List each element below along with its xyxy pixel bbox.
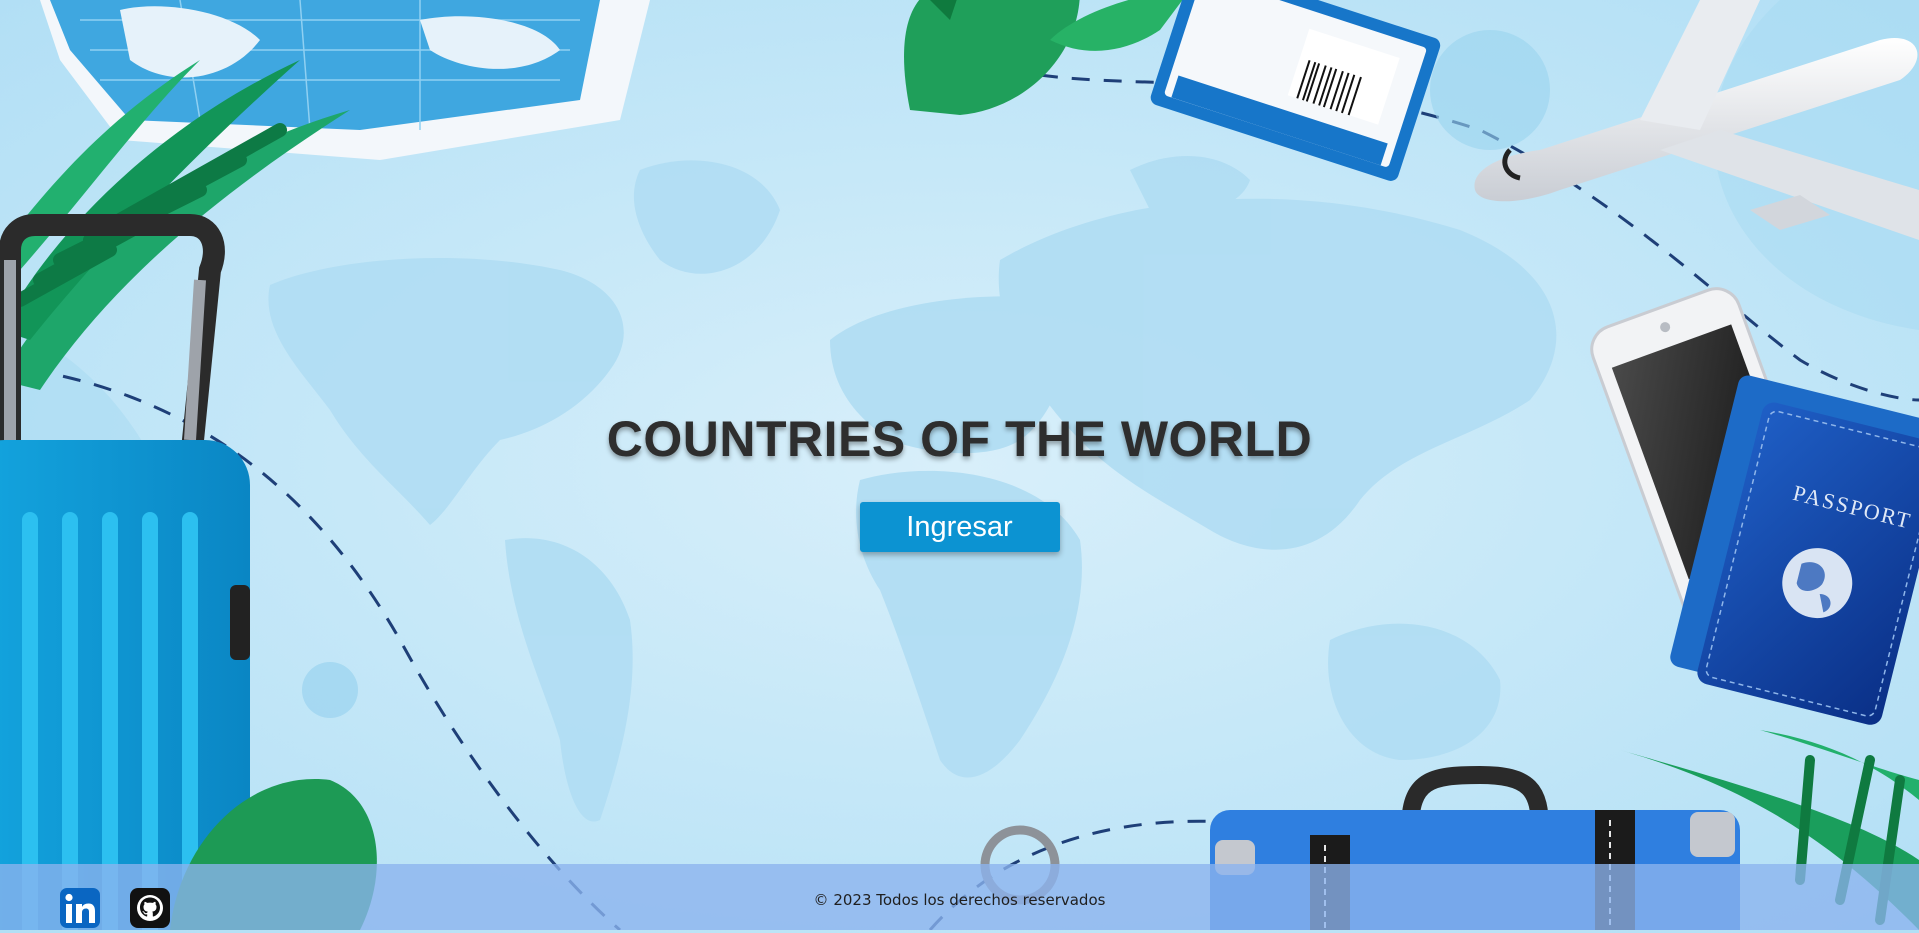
hero-section: COUNTRIES OF THE WORLD Ingresar [0,410,1919,552]
small-map-dot [1430,30,1550,150]
boarding-pass-top [1150,0,1441,181]
page-title: COUNTRIES OF THE WORLD [606,411,1313,467]
green-leaves-top-center [904,0,1183,115]
copyright-text: © 2023 Todos los derechos reservados [813,891,1106,909]
small-map-dot [302,662,358,718]
enter-button[interactable]: Ingresar [859,502,1060,552]
